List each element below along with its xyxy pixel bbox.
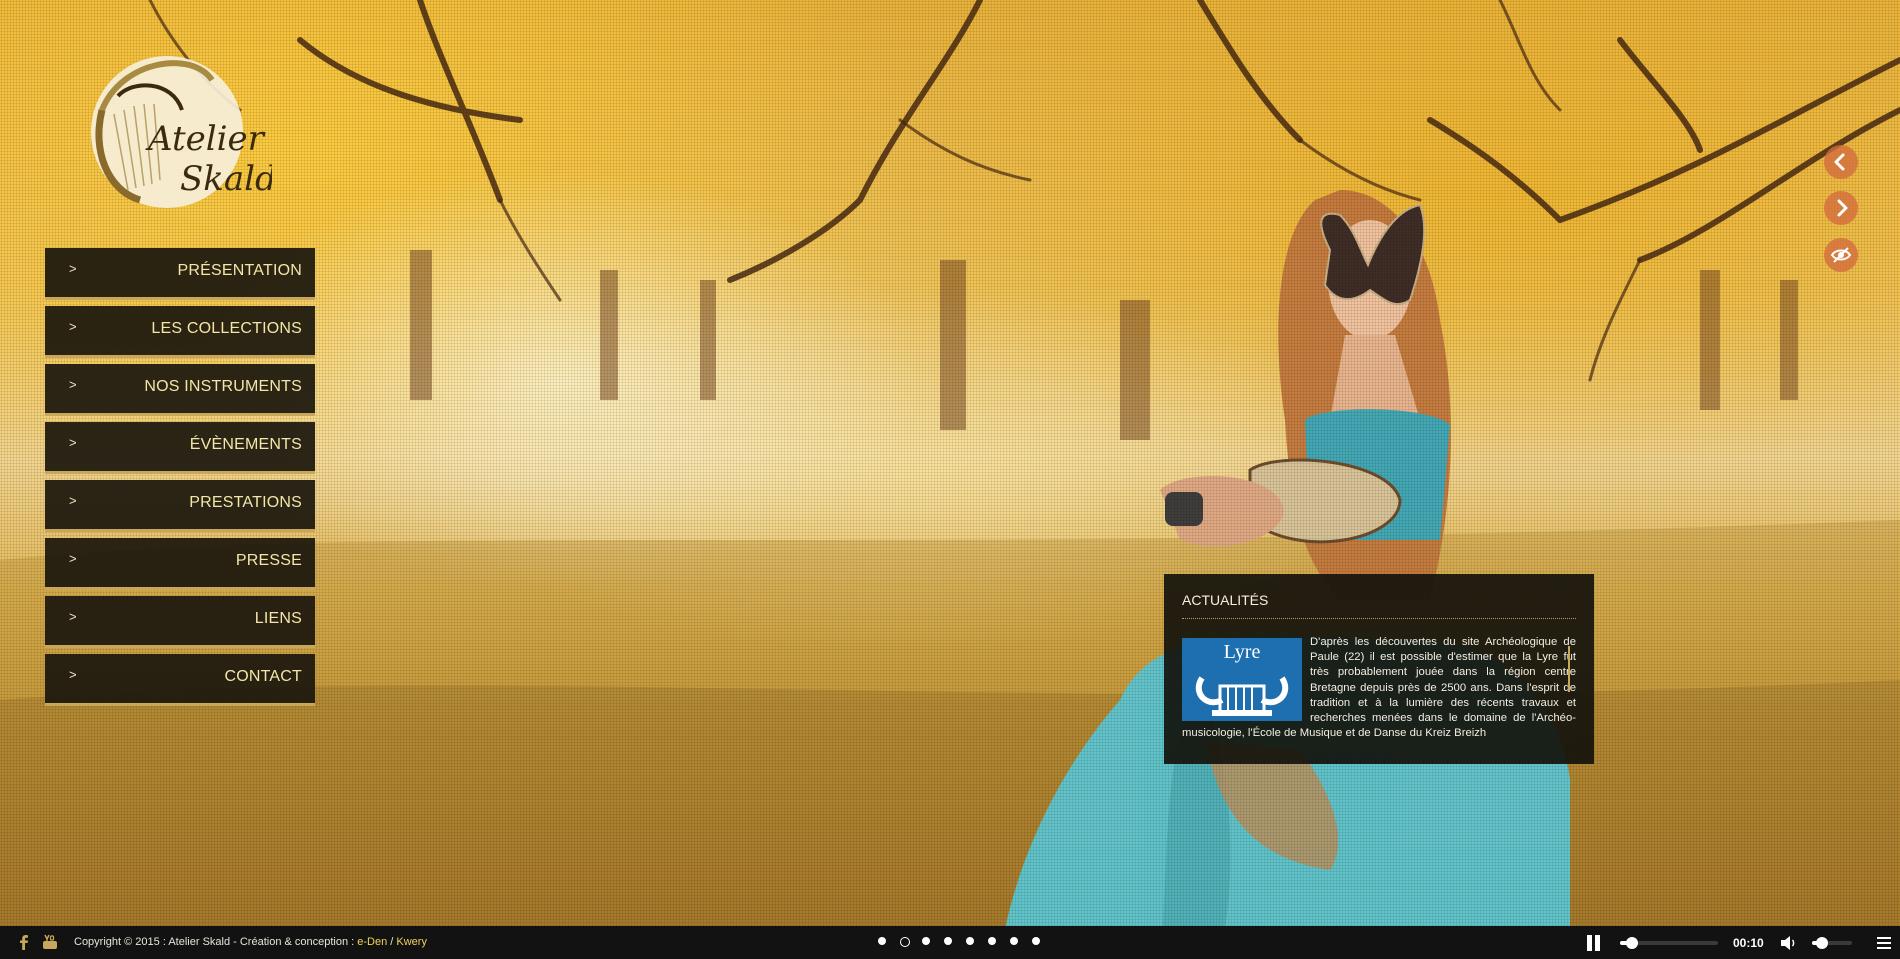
previous-slide-button[interactable] — [1824, 145, 1858, 179]
chevron-right-icon: > — [69, 377, 77, 392]
nav-item-label: ÉVÈNEMENTS — [189, 436, 302, 453]
chevron-right-icon: > — [69, 435, 77, 450]
nav-item-evenements[interactable]: > ÉVÈNEMENTS — [45, 422, 315, 474]
credit-link-kwery[interactable]: Kwery — [396, 936, 427, 948]
nav-item-label: PRÉSENTATION — [177, 262, 302, 279]
svg-text:Atelier: Atelier — [145, 119, 266, 159]
slide-dot-6[interactable] — [988, 937, 996, 945]
copyright-text: Copyright © 2015 : Atelier Skald - Créat… — [74, 936, 358, 948]
volume-icon[interactable] — [1780, 935, 1798, 951]
nav-item-liens[interactable]: > LIENS — [45, 596, 315, 648]
menu-icon[interactable] — [1877, 937, 1891, 949]
slide-dot-3[interactable] — [922, 937, 930, 945]
volume-handle[interactable] — [1816, 937, 1828, 949]
nav-item-presse[interactable]: > PRESSE — [45, 538, 315, 590]
slide-timer: 00:10 — [1733, 936, 1764, 950]
nav-item-label: PRESTATIONS — [189, 494, 302, 511]
chevron-right-icon: > — [69, 667, 77, 682]
nav-item-collections[interactable]: > LES COLLECTIONS — [45, 306, 315, 358]
harp-logo-icon: Atelier Skald — [91, 56, 277, 208]
site-logo[interactable]: Atelier Skald — [62, 40, 277, 220]
nav-item-label: CONTACT — [224, 668, 302, 685]
slide-dot-1[interactable] — [878, 937, 886, 945]
news-panel: ACTUALITÉS Lyre D'après les découvertes … — [1164, 574, 1594, 764]
slide-dot-5[interactable] — [966, 937, 974, 945]
nav-item-contact[interactable]: > CONTACT — [45, 654, 315, 706]
pause-icon — [1595, 935, 1600, 951]
progress-handle[interactable] — [1625, 937, 1638, 949]
divider — [1182, 618, 1576, 619]
scrollbar[interactable] — [1568, 646, 1570, 692]
news-panel-title: ACTUALITÉS — [1182, 592, 1269, 608]
nav-item-prestations[interactable]: > PRESTATIONS — [45, 480, 315, 532]
chevron-right-icon: > — [69, 493, 77, 508]
eye-slash-icon — [1830, 247, 1852, 263]
chevron-right-icon: > — [69, 551, 77, 566]
youtube-icon[interactable] — [42, 934, 58, 950]
copyright-notice: Copyright © 2015 : Atelier Skald - Créat… — [74, 936, 427, 948]
chevron-left-icon — [1834, 153, 1845, 171]
nav-item-label: PRESSE — [235, 552, 302, 569]
nav-item-instruments[interactable]: > NOS INSTRUMENTS — [45, 364, 315, 416]
facebook-icon[interactable] — [16, 934, 32, 950]
slide-dot-7[interactable] — [1010, 937, 1018, 945]
chevron-right-icon — [1837, 199, 1848, 217]
svg-text:Skald: Skald — [180, 159, 272, 199]
next-slide-button[interactable] — [1824, 191, 1858, 225]
main-navigation: > PRÉSENTATION > LES COLLECTIONS > NOS I… — [45, 248, 315, 712]
chevron-right-icon: > — [69, 261, 77, 276]
chevron-right-icon: > — [69, 319, 77, 334]
slide-dot-4[interactable] — [944, 937, 952, 945]
footer-bar: Copyright © 2015 : Atelier Skald - Créat… — [0, 926, 1900, 959]
slide-dot-8[interactable] — [1032, 937, 1040, 945]
pause-icon — [1587, 935, 1592, 951]
news-article-excerpt: D'après les découvertes du site Archéolo… — [1182, 636, 1576, 740]
nav-item-label: LES COLLECTIONS — [151, 320, 302, 337]
hide-content-button[interactable] — [1824, 238, 1858, 272]
slide-dot-2[interactable] — [900, 937, 910, 947]
nav-item-presentation[interactable]: > PRÉSENTATION — [45, 248, 315, 300]
nav-item-label: NOS INSTRUMENTS — [144, 378, 302, 395]
pause-button[interactable] — [1587, 935, 1601, 951]
chevron-right-icon: > — [69, 609, 77, 624]
nav-item-label: LIENS — [254, 610, 302, 627]
credit-link-eden[interactable]: e-Den — [357, 936, 387, 948]
